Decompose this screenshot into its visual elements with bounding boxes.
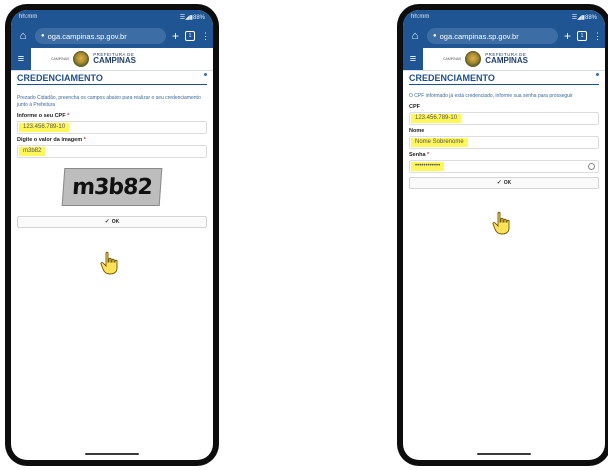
cpf-label-text: CPF [409, 103, 420, 110]
page-content: CREDENCIAMENTO Prezado Cidadão, preencha… [11, 71, 213, 275]
page-title-text: CREDENCIAMENTO [17, 73, 103, 83]
password-label: Senha * [409, 152, 599, 158]
scroll-dot [204, 73, 207, 76]
phone-screen: hh:mm ☰◢▮88% ⌂ ● oga.campinas.sp.gov.br … [11, 10, 213, 460]
logo-big-text: CAMPINAS [485, 56, 528, 66]
url-bar[interactable]: ● oga.campinas.sp.gov.br [427, 28, 558, 44]
page-content: CREDENCIAMENTO O CPF informado já está c… [403, 71, 605, 235]
logo-text: PREFEITURA DE CAMPINAS [485, 52, 528, 66]
site-logo[interactable]: CAMPINAS PREFEITURA DE CAMPINAS [443, 51, 528, 67]
site-header: ≡ CAMPINAS PREFEITURA DE CAMPINAS [11, 48, 213, 71]
check-icon: ✓ [104, 219, 110, 225]
eye-icon[interactable] [588, 162, 595, 170]
url-text: oga.campinas.sp.gov.br [439, 31, 519, 41]
captcha-input[interactable]: m3b82 [17, 144, 207, 158]
browser-toolbar: ⌂ ● oga.campinas.sp.gov.br + 1 ⋮ [403, 24, 605, 48]
intro-text: O CPF informado já está credenciado, inf… [409, 93, 573, 99]
ok-button[interactable]: ✓ OK [409, 176, 599, 189]
logo-subtext: CAMPINAS [443, 57, 462, 61]
cpf-input: 123.456.789-10 [409, 111, 599, 125]
password-label-text: Senha [409, 151, 426, 158]
hand-cursor-icon [492, 211, 510, 235]
status-icons: ☰◢▮88% [179, 14, 205, 21]
captcha-image-wrap: m3b82 [17, 167, 207, 206]
scroll-dot [596, 73, 599, 76]
url-bar[interactable]: ● oga.campinas.sp.gov.br [35, 28, 166, 44]
phone-screen: hh:mm ☰◢▮88% ⌂ ● oga.campinas.sp.gov.br … [403, 10, 605, 460]
site-logo[interactable]: CAMPINAS PREFEITURA DE CAMPINAS [51, 51, 136, 67]
name-label-text: Nome [409, 127, 425, 134]
captcha-value: m3b82 [19, 146, 46, 156]
intro-text: Prezado Cidadão, preencha os campos abai… [17, 95, 201, 108]
url-text: oga.campinas.sp.gov.br [47, 31, 127, 41]
required-mark: * [83, 136, 86, 143]
page-title: CREDENCIAMENTO [409, 73, 599, 85]
lock-icon: ● [41, 33, 45, 39]
tabs-icon[interactable]: 1 [577, 31, 587, 41]
status-bar: hh:mm ☰◢▮88% [403, 10, 605, 24]
captcha-label-text: Digite o valor da imagem [17, 136, 83, 143]
site-header: ≡ CAMPINAS PREFEITURA DE CAMPINAS [403, 48, 605, 71]
name-value: Nome Sobrenome [411, 137, 468, 147]
password-value: •••••••••••• [411, 161, 445, 171]
page-title-text: CREDENCIAMENTO [409, 73, 495, 83]
ok-button[interactable]: ✓ OK [17, 215, 207, 228]
hamburger-icon[interactable]: ≡ [403, 48, 423, 70]
home-icon[interactable]: ⌂ [17, 30, 29, 42]
name-label: Nome [409, 128, 599, 134]
logo-text: PREFEITURA DE CAMPINAS [93, 52, 136, 66]
home-icon[interactable]: ⌂ [409, 30, 421, 42]
cpf-label: Informe o seu CPF * [17, 113, 207, 119]
status-time: hh:mm [411, 14, 430, 20]
crest-icon [73, 51, 90, 67]
plus-icon[interactable]: + [564, 29, 571, 43]
cpf-input[interactable]: 123.456.789-10 [17, 120, 207, 134]
hand-cursor-icon [100, 251, 118, 275]
crest-icon [465, 51, 482, 67]
logo-big-text: CAMPINAS [93, 56, 136, 66]
cpf-label: CPF [409, 104, 599, 110]
hamburger-icon[interactable]: ≡ [11, 48, 31, 70]
menu-dots-icon[interactable]: ⋮ [593, 31, 602, 42]
tab-count: 1 [580, 33, 584, 39]
status-icons: ☰◢▮88% [571, 14, 597, 21]
ok-label: OK [111, 218, 120, 225]
cpf-value: 123.456.789-10 [19, 122, 70, 132]
ok-label: OK [503, 179, 512, 186]
password-input[interactable]: •••••••••••• [409, 159, 599, 173]
browser-toolbar: ⌂ ● oga.campinas.sp.gov.br + 1 ⋮ [11, 24, 213, 48]
name-input: Nome Sobrenome [409, 135, 599, 149]
home-indicator[interactable] [85, 453, 139, 455]
plus-icon[interactable]: + [172, 29, 179, 43]
lock-icon: ● [433, 33, 437, 39]
required-mark: * [427, 151, 430, 158]
cpf-value: 123.456.789-10 [411, 113, 462, 123]
required-mark: * [67, 112, 70, 119]
check-icon: ✓ [496, 180, 502, 187]
menu-dots-icon[interactable]: ⋮ [201, 31, 210, 42]
tab-count: 1 [188, 33, 192, 39]
phone-right: hh:mm ☰◢▮88% ⌂ ● oga.campinas.sp.gov.br … [397, 4, 608, 466]
status-time: hh:mm [19, 14, 38, 20]
captcha-label: Digite o valor da imagem * [17, 137, 207, 143]
home-indicator[interactable] [477, 453, 531, 455]
logo-subtext: CAMPINAS [51, 57, 70, 61]
captcha-image: m3b82 [61, 167, 163, 206]
cpf-label-text: Informe o seu CPF [17, 112, 66, 119]
page-title: CREDENCIAMENTO [17, 73, 207, 85]
status-bar: hh:mm ☰◢▮88% [11, 10, 213, 24]
tabs-icon[interactable]: 1 [185, 31, 195, 41]
phone-left: hh:mm ☰◢▮88% ⌂ ● oga.campinas.sp.gov.br … [5, 4, 219, 466]
